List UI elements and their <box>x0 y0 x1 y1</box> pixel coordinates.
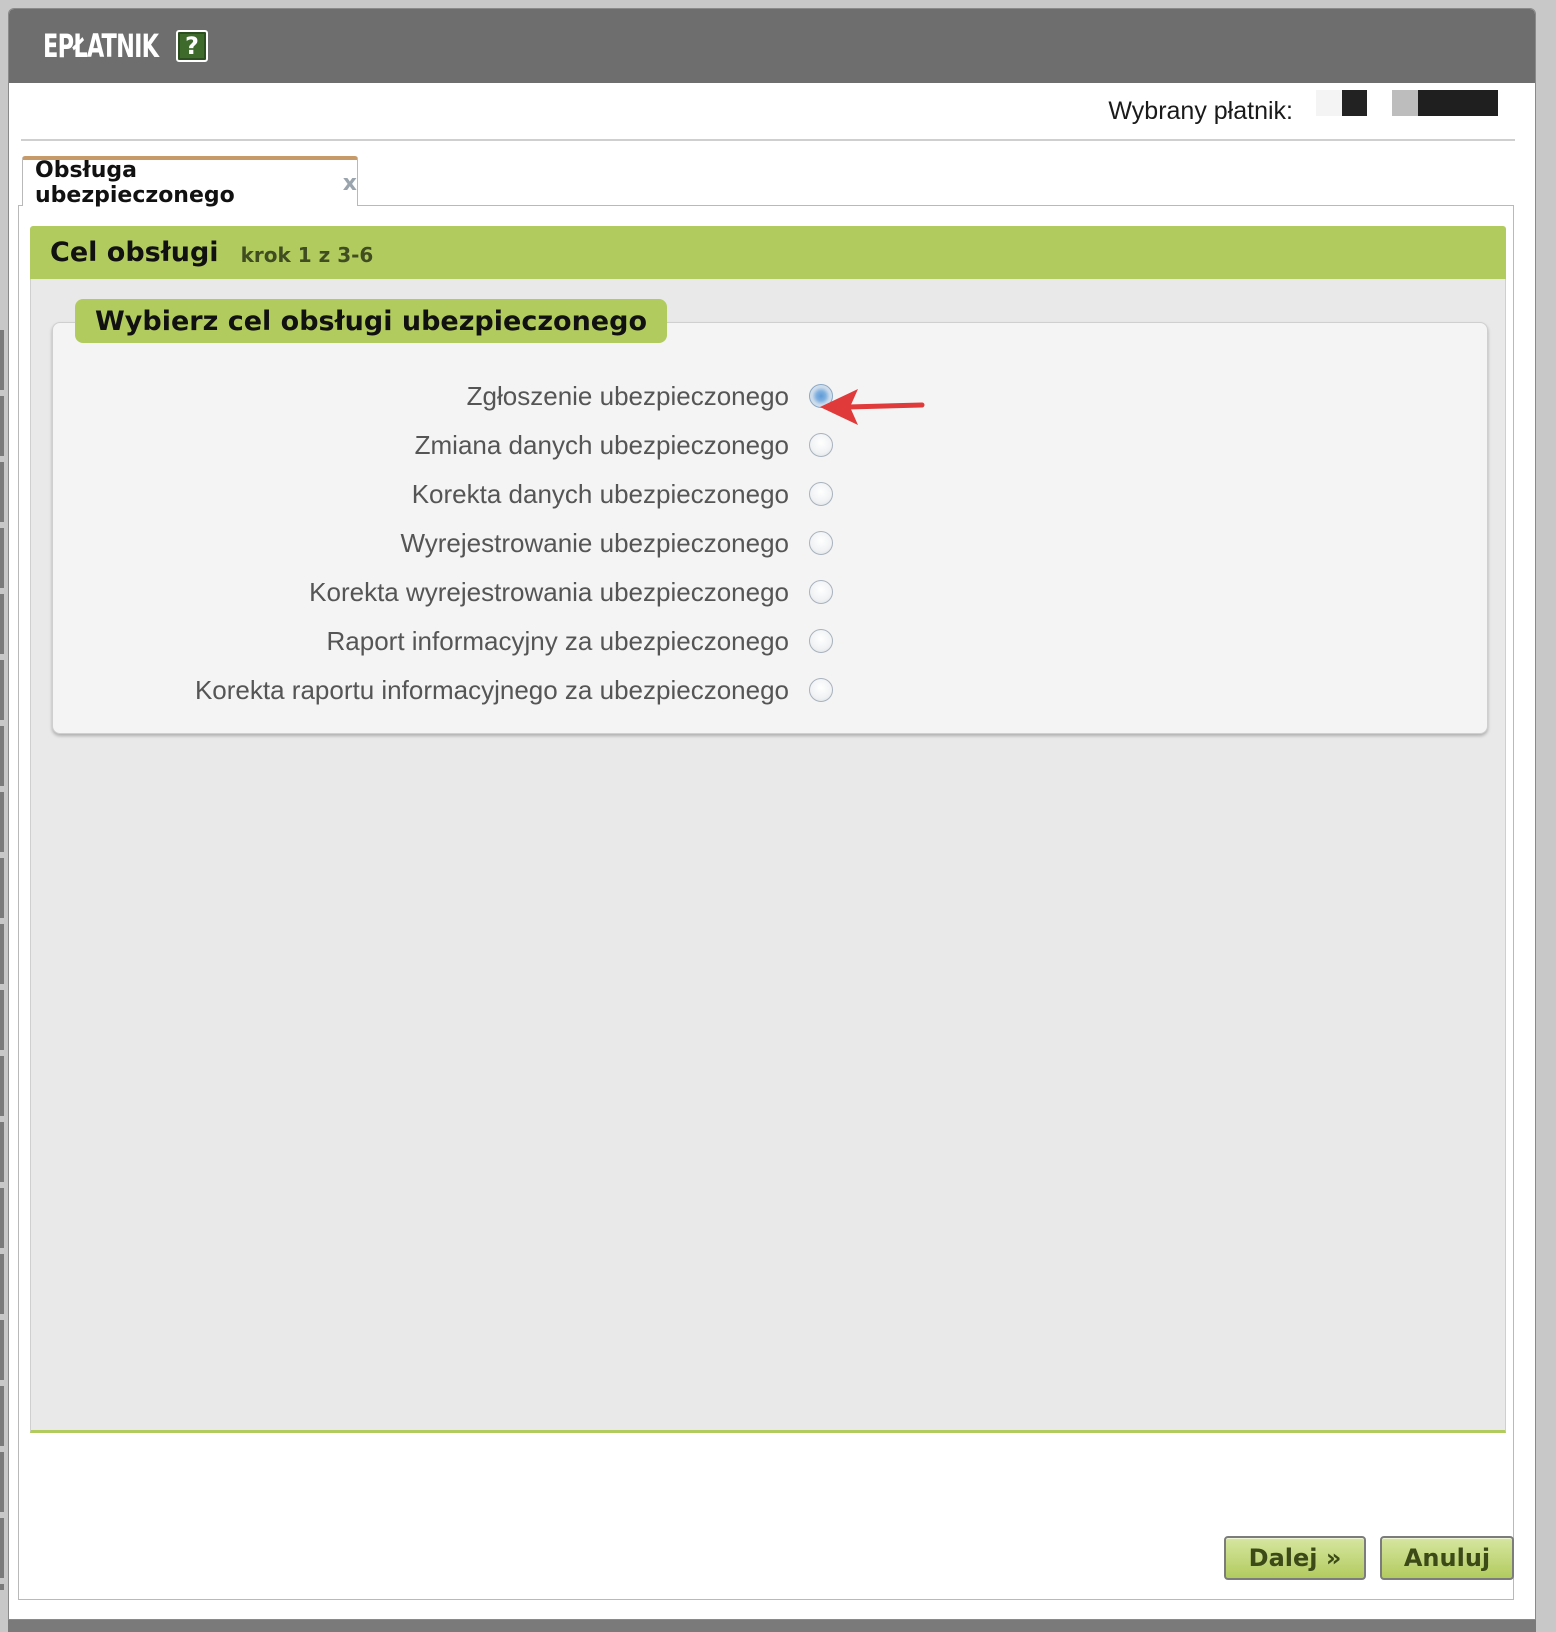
help-icon[interactable]: ? <box>176 30 208 62</box>
step-title: Cel obsługi <box>50 237 219 268</box>
payer-row: Wybrany płatnik: <box>21 83 1515 141</box>
cancel-button[interactable]: Anuluj <box>1380 1536 1514 1580</box>
payer-redacted-block <box>1392 90 1418 116</box>
radio-button[interactable] <box>809 433 833 457</box>
radio-button[interactable] <box>809 531 833 555</box>
payer-label: Wybrany płatnik: <box>1108 97 1293 125</box>
option-label: Raport informacyjny za ubezpieczonego <box>326 625 789 656</box>
option-zmiana-danych[interactable]: Zmiana danych ubezpieczonego <box>53 427 833 463</box>
tab-label: Obsługa ubezpieczonego <box>35 158 235 208</box>
next-button[interactable]: Dalej » <box>1224 1536 1366 1580</box>
tab-obsluga-ubezpieczonego[interactable]: Obsługa ubezpieczonego x <box>22 156 358 208</box>
radio-button[interactable] <box>809 629 833 653</box>
option-label: Zmiana danych ubezpieczonego <box>414 429 789 460</box>
option-korekta-wyrejestrowania[interactable]: Korekta wyrejestrowania ubezpieczonego <box>53 574 833 610</box>
option-korekta-raportu[interactable]: Korekta raportu informacyjnego za ubezpi… <box>53 672 833 708</box>
option-raport-informacyjny[interactable]: Raport informacyjny za ubezpieczonego <box>53 623 833 659</box>
purpose-fieldset: Zgłoszenie ubezpieczonego Zmiana danych … <box>52 322 1488 734</box>
fieldset-legend: Wybierz cel obsługi ubezpieczonego <box>75 299 667 343</box>
step-body: Wybierz cel obsługi ubezpieczonego Zgłos… <box>30 279 1506 1433</box>
payer-redacted-block <box>1316 90 1342 116</box>
tab-panel: Cel obsługi krok 1 z 3-6 Wybierz cel obs… <box>18 205 1514 1600</box>
window-bottom-edge <box>8 1620 1536 1632</box>
option-wyrejestrowanie[interactable]: Wyrejestrowanie ubezpieczonego <box>53 525 833 561</box>
background-window-edge <box>0 330 4 1590</box>
option-label: Korekta wyrejestrowania ubezpieczonego <box>309 576 789 607</box>
step-info: krok 1 z 3-6 <box>240 242 374 267</box>
annotation-arrow-icon <box>820 389 925 425</box>
title-bar: EPŁATNIK ? <box>9 9 1535 83</box>
option-label: Korekta danych ubezpieczonego <box>411 478 789 509</box>
option-zgloszenie[interactable]: Zgłoszenie ubezpieczonego <box>53 378 833 414</box>
radio-button[interactable] <box>809 482 833 506</box>
payer-redacted-block <box>1342 90 1367 116</box>
payer-redacted-block <box>1418 90 1498 116</box>
step-header: Cel obsługi krok 1 z 3-6 <box>30 226 1506 279</box>
radio-button[interactable] <box>809 678 833 702</box>
option-korekta-danych[interactable]: Korekta danych ubezpieczonego <box>53 476 833 512</box>
option-label: Zgłoszenie ubezpieczonego <box>466 380 789 411</box>
option-label: Wyrejestrowanie ubezpieczonego <box>400 527 789 558</box>
close-icon[interactable]: x <box>343 171 357 196</box>
radio-button[interactable] <box>809 580 833 604</box>
app-title: EPŁATNIK <box>43 27 159 65</box>
option-label: Korekta raportu informacyjnego za ubezpi… <box>194 674 789 705</box>
